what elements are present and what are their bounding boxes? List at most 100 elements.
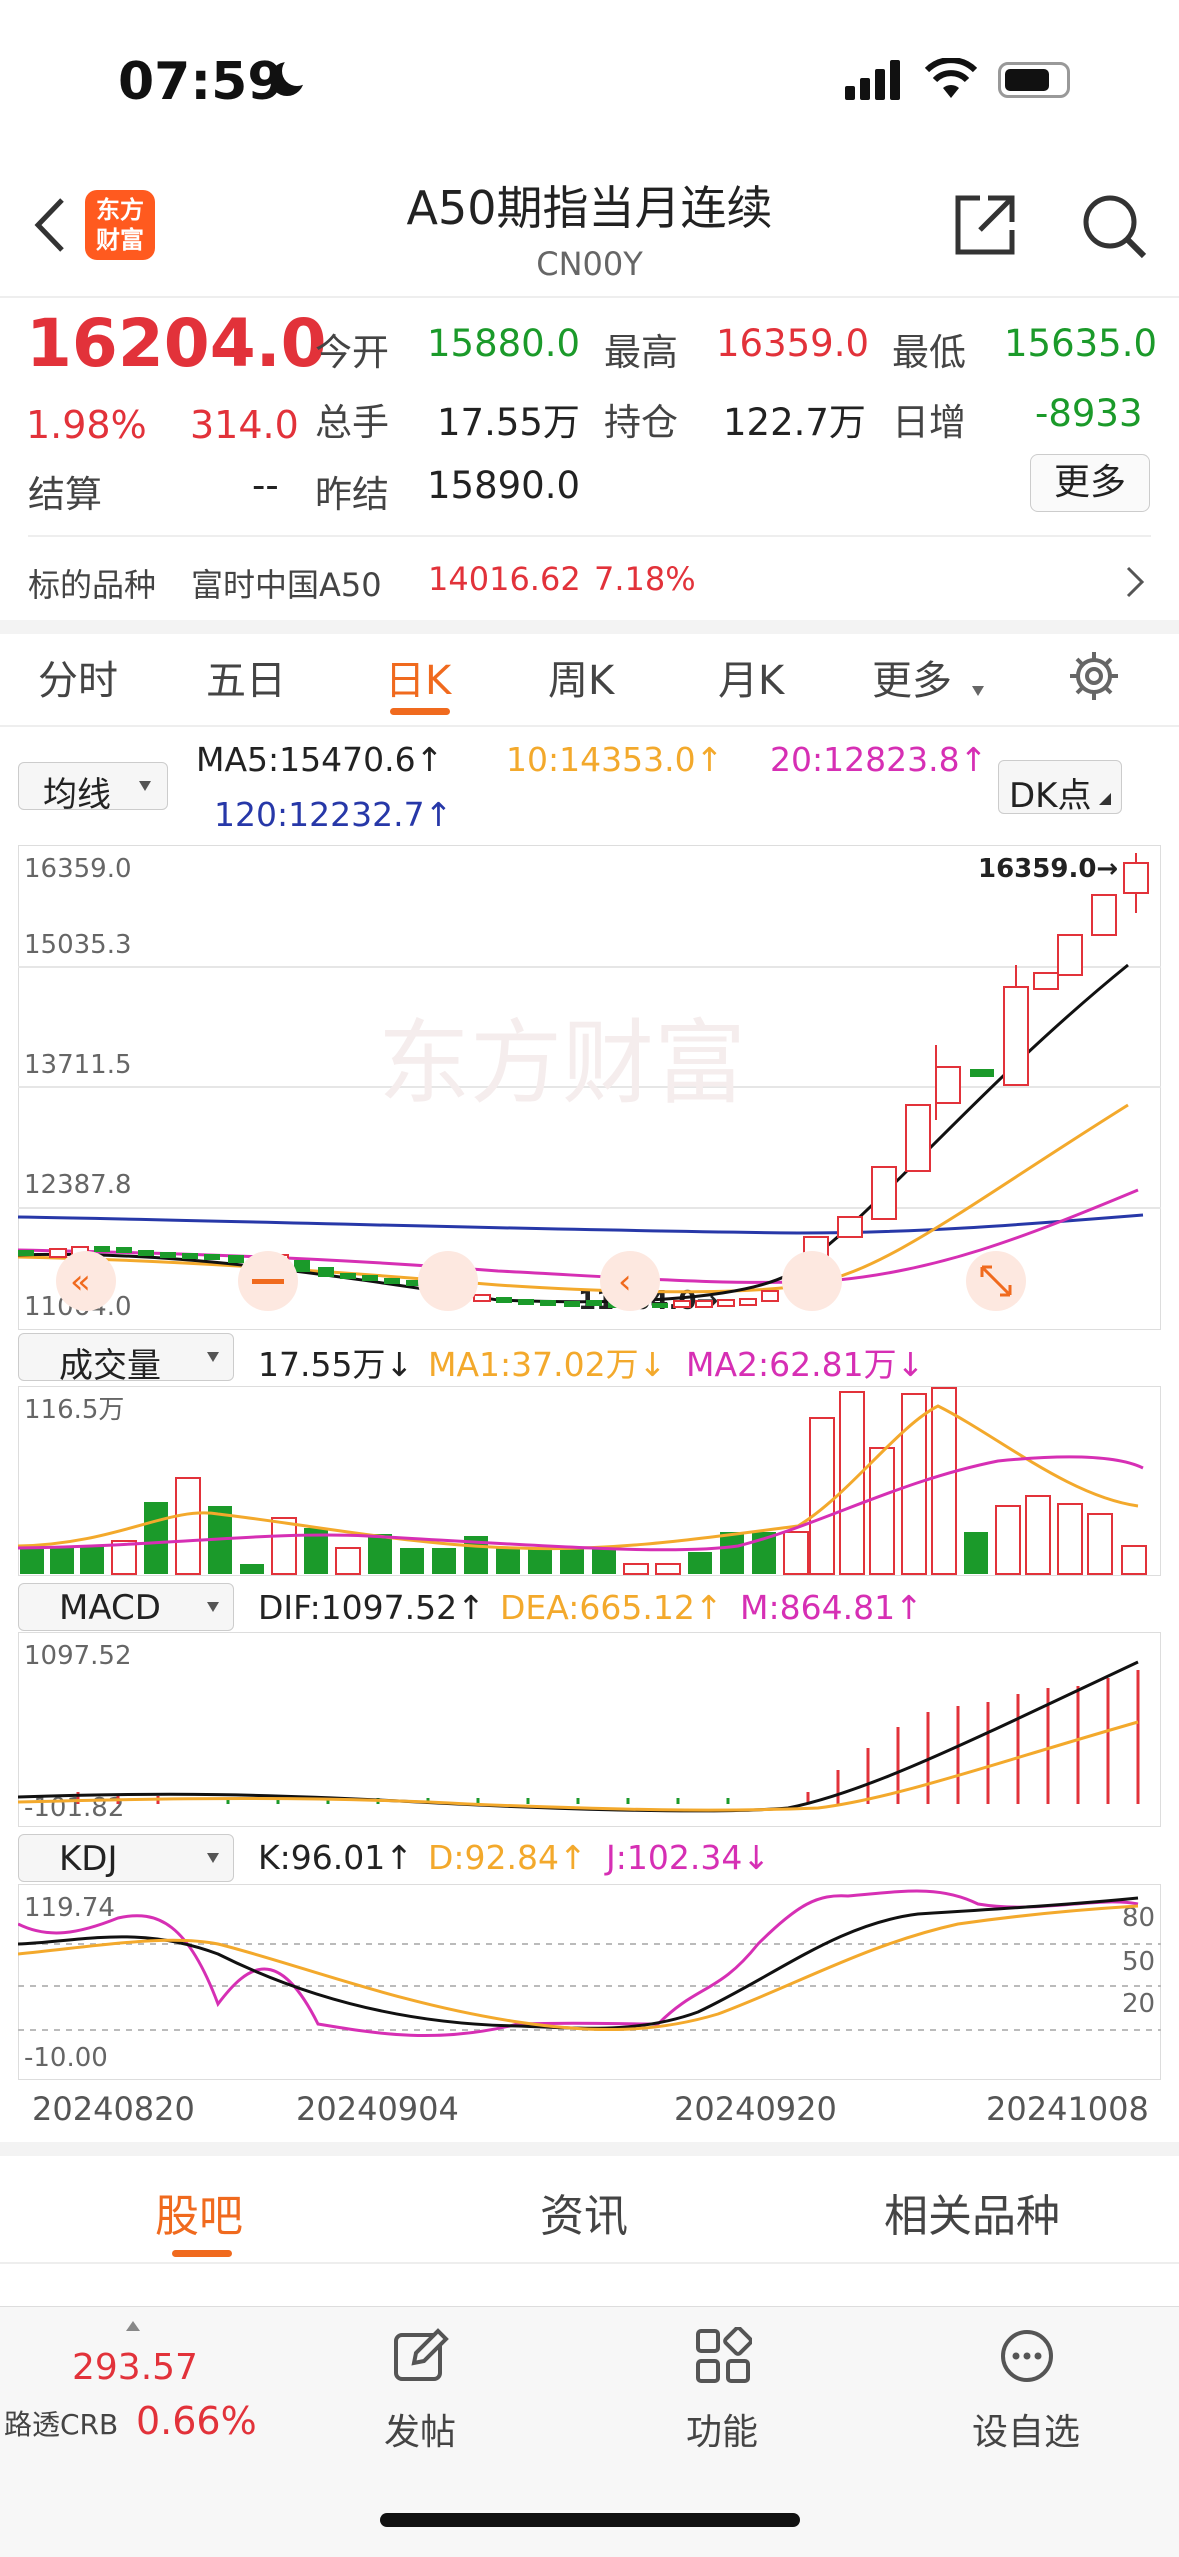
svg-text:‹: ‹: [618, 1262, 632, 1302]
tab-news[interactable]: 资讯: [540, 2180, 628, 2244]
macd-dea: DEA:665.12↑: [500, 1588, 723, 1627]
nav-post[interactable]: 发帖: [340, 2327, 500, 2457]
tab-weekly-k[interactable]: 周K: [548, 648, 614, 706]
status-bar: 07:59: [0, 0, 1179, 160]
kline-ytick: 16359.0: [24, 854, 132, 884]
underlying-label: 标的品种: [28, 566, 157, 604]
open-label: 今开: [315, 331, 389, 374]
kline-scroll-left-fast-icon: «: [70, 1262, 91, 1302]
x-date: 20240820: [32, 2090, 195, 2128]
caret-down-icon: [972, 686, 984, 696]
kline-ytick: 15035.3: [24, 930, 132, 960]
x-date: 20240920: [674, 2090, 837, 2128]
settle-value: --: [252, 464, 279, 507]
indicator-select-ma[interactable]: 均线: [18, 762, 168, 815]
nav-post-label: 发帖: [383, 2412, 456, 2453]
macd-m: M:864.81↑: [740, 1588, 923, 1627]
kline-chart[interactable]: 东方财富 16359.0 15035.3 13711.5 12387.8 110…: [18, 845, 1161, 1330]
volume-value: 17.55万: [437, 401, 580, 444]
caret-down-icon: [207, 1853, 219, 1863]
underlying-price: 14016.62: [428, 560, 581, 598]
kdj-ytick-bottom: -10.00: [24, 2043, 108, 2073]
macd-dif: DIF:1097.52↑: [258, 1588, 485, 1627]
caret-down-icon: [207, 1602, 219, 1612]
section-gap: [0, 620, 1179, 634]
kline-scroll-right: [782, 1251, 842, 1311]
caret-up-icon: [126, 2321, 140, 2331]
kdj-level: 50: [1122, 1947, 1155, 1977]
tab-related[interactable]: 相关品种: [884, 2180, 1060, 2244]
crb-value: 293.57: [72, 2347, 198, 2388]
position-label: 持仓: [604, 401, 678, 444]
underlying-pct: 7.18%: [594, 560, 696, 598]
volume-ma2: MA2:62.81万↓: [686, 1345, 925, 1384]
nav-watchlist[interactable]: 设自选: [946, 2327, 1106, 2457]
kdj-ytick-top: 119.74: [24, 1893, 115, 1923]
grid-icon: [696, 2327, 752, 2383]
nav-functions[interactable]: 功能: [642, 2327, 802, 2457]
kdj-chart[interactable]: 119.74 -10.00 80 50 20: [18, 1884, 1161, 2080]
kdj-select-label: KDJ: [59, 1839, 118, 1879]
ma10-value: 10:14353.0↑: [506, 740, 724, 779]
more-quote-button[interactable]: 更多: [1030, 454, 1150, 512]
kdj-d: D:92.84↑: [428, 1838, 587, 1877]
last-price: 16204.0: [26, 305, 327, 382]
daily-inc-label: 日增: [892, 401, 966, 444]
volume-chart[interactable]: 116.5万: [18, 1386, 1161, 1576]
bottom-nav: 293.57 路透CRB 0.66% 发帖 功能 设自选: [0, 2306, 1179, 2557]
tab-daily-k[interactable]: 日K: [385, 648, 451, 706]
volume-value: 17.55万↓: [258, 1345, 414, 1384]
macd-select-label: MACD: [59, 1588, 161, 1628]
ma20-value: 20:12823.8↑: [770, 740, 988, 779]
low-label: 最低: [892, 331, 966, 374]
share-icon[interactable]: [950, 190, 1020, 260]
underlying-name: 富时中国A50: [191, 566, 382, 604]
high-value: 16359.0: [716, 322, 870, 365]
wifi-icon: [925, 58, 977, 98]
crb-widget[interactable]: 293.57 路透CRB 0.66%: [0, 2307, 270, 2467]
indicator-select-volume[interactable]: 成交量: [18, 1333, 234, 1386]
ma5-value: MA5:15470.6↑: [196, 740, 444, 779]
kline-high-marker: 16359.0→: [978, 854, 1118, 884]
volume-select-label: 成交量: [59, 1346, 161, 1386]
caret-down-icon: [207, 1352, 219, 1362]
change-pct: 1.98%: [26, 403, 147, 447]
tab-monthly-k[interactable]: 月K: [718, 648, 784, 706]
crb-label: 路透CRB: [4, 2408, 119, 2441]
indicator-select-kdj[interactable]: KDJ: [18, 1834, 234, 1882]
high-label: 最高: [604, 331, 678, 374]
caret-icon: [1099, 793, 1111, 805]
signal-icon: [845, 60, 901, 100]
kdj-k: K:96.01↑: [258, 1838, 413, 1877]
underlying-row[interactable]: 标的品种 富时中国A50 14016.62 7.18%: [28, 556, 1151, 606]
divider: [28, 535, 1151, 537]
volume-label: 总手: [315, 401, 389, 444]
open-value: 15880.0: [427, 322, 581, 365]
tab-five-day[interactable]: 五日: [206, 648, 286, 706]
status-time: 07:59: [118, 52, 284, 112]
x-date: 20241008: [986, 2090, 1149, 2128]
gear-icon[interactable]: [1068, 650, 1120, 702]
section-gap: [0, 2142, 1179, 2156]
indicator-select-macd[interactable]: MACD: [18, 1583, 234, 1631]
edit-icon: [394, 2328, 449, 2381]
prev-settle-value: 15890.0: [427, 464, 581, 507]
dk-point-button[interactable]: DK点: [998, 760, 1122, 816]
macd-chart[interactable]: 1097.52 -101.82: [18, 1632, 1161, 1827]
macd-ytick-top: 1097.52: [24, 1641, 132, 1671]
tab-more[interactable]: 更多: [872, 648, 952, 706]
more-circle-icon: [1001, 2330, 1053, 2382]
nav-functions-label: 功能: [685, 2412, 758, 2453]
search-icon[interactable]: [1078, 190, 1150, 262]
battery-icon: [998, 62, 1070, 98]
kline-ytick: 13711.5: [24, 1050, 132, 1080]
volume-ytick: 116.5万: [24, 1395, 124, 1425]
kline-watermark: 东方财富: [378, 1010, 746, 1117]
tab-timeshare[interactable]: 分时: [38, 648, 118, 706]
kdj-level: 20: [1122, 1989, 1155, 2019]
tab-guba[interactable]: 股吧: [155, 2180, 243, 2244]
change-value: 314.0: [190, 403, 299, 447]
moon-cutout: [282, 56, 312, 86]
prev-settle-label: 昨结: [315, 473, 389, 516]
divider: [0, 725, 1179, 727]
